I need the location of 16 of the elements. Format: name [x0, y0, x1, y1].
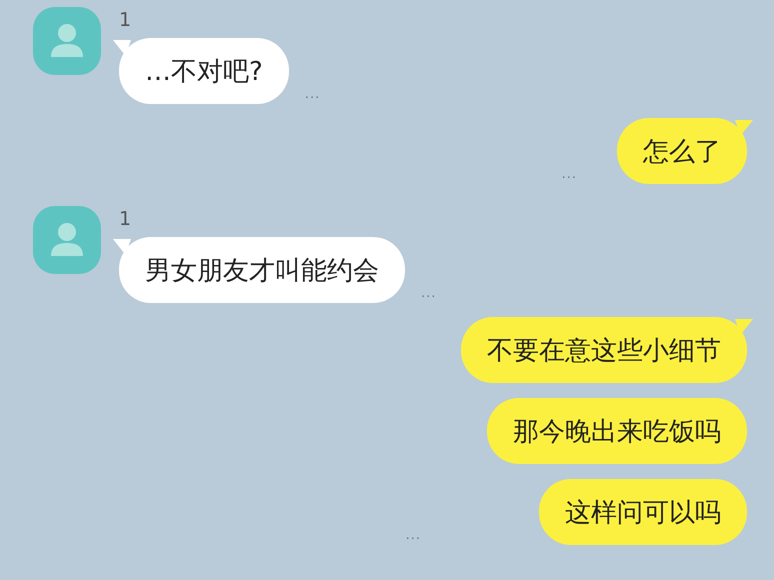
person-icon: [50, 23, 84, 59]
avatar[interactable]: [33, 206, 101, 274]
message-bubble: 那今晚出来吃饭吗: [487, 398, 753, 464]
message-bubble: 这样问可以吗: [539, 479, 753, 545]
person-icon: [50, 222, 84, 258]
message-status: ...: [406, 529, 421, 543]
avatar[interactable]: [33, 7, 101, 75]
message-bubble: …不对吧?: [113, 38, 289, 104]
sender-name: 1: [119, 9, 132, 31]
message-bubble: 不要在意这些小细节: [461, 317, 753, 383]
message-status: ...: [562, 168, 577, 182]
message-status: ...: [421, 287, 436, 301]
message-bubble: 怎么了: [617, 118, 753, 184]
sender-name: 1: [119, 208, 132, 230]
message-status: ...: [304, 88, 320, 102]
message-bubble: 男女朋友才叫能约会: [113, 237, 405, 303]
